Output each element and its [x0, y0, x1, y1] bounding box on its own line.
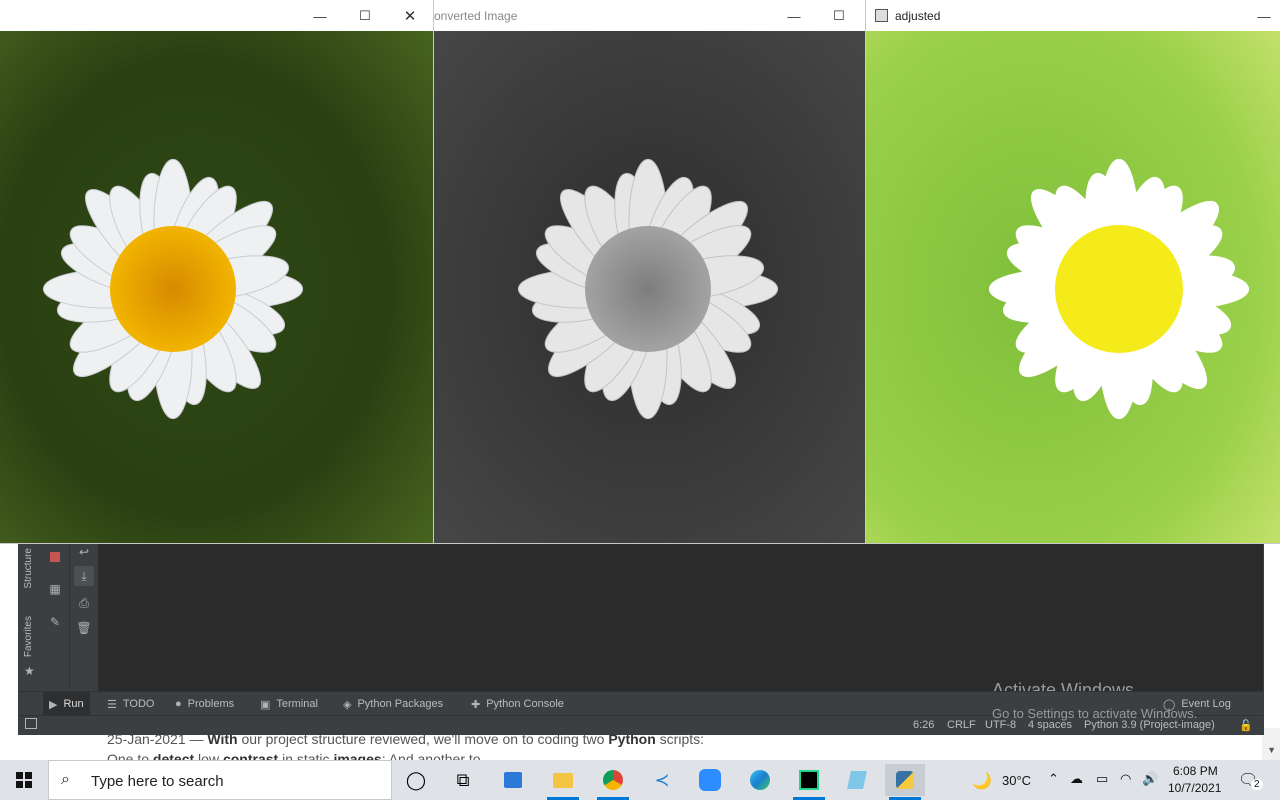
tab-problems[interactable]: ● Problems — [169, 692, 240, 716]
tab-python-console[interactable]: ✚ Python Console — [465, 692, 570, 716]
pin-icon[interactable]: ✎ — [47, 614, 63, 630]
chevron-up-icon[interactable]: ⌃ — [1048, 771, 1059, 787]
layers-icon: ◈ — [343, 698, 352, 711]
file-explorer-icon[interactable] — [543, 764, 583, 800]
pycharm-icon[interactable] — [789, 764, 829, 800]
wifi-icon[interactable]: ◠ — [1120, 771, 1131, 787]
search-icon: ⌕ — [61, 771, 70, 788]
chrome-icon[interactable] — [593, 764, 633, 800]
battery-icon[interactable]: ▭ — [1096, 771, 1108, 787]
tab-python-packages[interactable]: ◈ Python Packages — [337, 692, 449, 716]
favorites-tab[interactable]: Favorites — [23, 616, 34, 657]
zoom-icon[interactable] — [690, 764, 730, 796]
windows-start-icon[interactable] — [0, 760, 48, 800]
scroll-to-end-icon[interactable]: ⤓ — [74, 566, 94, 586]
original-image — [0, 31, 434, 543]
maximize-icon[interactable]: ☐ — [829, 6, 849, 26]
edge-icon[interactable] — [740, 764, 780, 796]
clock-time[interactable]: 6:08 PM — [1173, 764, 1218, 778]
app-icon — [875, 9, 888, 22]
python-icon: ✚ — [471, 698, 481, 711]
run-toolbar-right: ↩ ⤓ ⎙ 🗑 — [69, 544, 98, 691]
play-icon: ▶ — [49, 698, 58, 711]
tab-terminal[interactable]: ▣ Terminal — [254, 692, 324, 716]
layout-icon[interactable]: ▦ — [47, 581, 63, 597]
minimize-icon[interactable]: — — [310, 6, 330, 26]
volume-icon[interactable]: 🔊 — [1142, 771, 1158, 787]
weather-temp[interactable]: 30°C — [1002, 773, 1031, 788]
title-bar[interactable]: adjusted — — [866, 0, 1280, 31]
maximize-icon[interactable]: ☐ — [355, 6, 375, 26]
ide-run-panel: Structure Favorites ★ ▦ ✎ ↩ ⤓ ⎙ 🗑 Activa… — [18, 543, 1264, 735]
window-title: onverted Image — [434, 9, 518, 23]
minimize-icon[interactable]: — — [784, 6, 804, 26]
adjusted-image-window[interactable]: adjusted — — [866, 0, 1280, 543]
print-icon[interactable]: ⎙ — [76, 595, 92, 611]
minimize-icon[interactable]: — — [1254, 6, 1274, 26]
notes-icon[interactable] — [837, 764, 877, 796]
run-toolbar-left: ▦ ✎ — [41, 544, 69, 691]
vscode-icon[interactable]: ≺ — [642, 764, 682, 796]
soft-wrap-icon[interactable]: ↩ — [76, 544, 92, 560]
line-separator[interactable]: CRLF — [947, 719, 976, 731]
lock-icon[interactable]: 🔓 — [1239, 719, 1253, 732]
scroll-down-icon[interactable]: ▼ — [1267, 745, 1276, 755]
list-icon: ☰ — [107, 698, 117, 711]
taskbar: ⌕ ◯ ⧉ ≺ 🌙 30°C ⌃ ☁ ▭ ◠ 🔊 6:08 PM 10/7/20… — [0, 760, 1280, 800]
original-image-window[interactable]: — ☐ ✕ — [0, 0, 434, 543]
star-icon[interactable]: ★ — [24, 664, 35, 678]
adjusted-image — [866, 31, 1280, 543]
tab-todo[interactable]: ☰ TODO — [101, 692, 160, 716]
title-bar[interactable]: onverted Image — ☐ — [434, 0, 866, 31]
grayscale-image — [434, 31, 866, 543]
task-view-icon[interactable]: ⧉ — [443, 764, 483, 796]
window-toggle-icon[interactable] — [25, 718, 37, 729]
stop-icon[interactable] — [47, 549, 63, 565]
terminal-icon: ▣ — [260, 698, 271, 711]
ide-side-strip: Structure Favorites ★ — [19, 544, 42, 691]
activate-windows-subtitle: Go to Settings to activate Windows. — [992, 706, 1198, 721]
weather-icon[interactable]: 🌙 — [972, 771, 992, 791]
cloud-icon[interactable]: ☁ — [1070, 771, 1083, 787]
search-input[interactable] — [89, 772, 383, 791]
caret-position[interactable]: 6:26 — [913, 719, 934, 731]
background-scrollbar[interactable] — [1262, 728, 1280, 760]
converted-image-window[interactable]: onverted Image — ☐ — [434, 0, 866, 543]
window-title: adjusted — [895, 9, 941, 23]
close-icon[interactable]: ✕ — [400, 6, 420, 26]
trash-icon[interactable]: 🗑 — [76, 620, 92, 636]
store-icon[interactable] — [493, 764, 533, 796]
taskbar-search[interactable]: ⌕ — [48, 760, 392, 800]
title-bar[interactable]: — ☐ ✕ — [0, 0, 434, 31]
clock-date[interactable]: 10/7/2021 — [1168, 781, 1221, 795]
cortana-icon[interactable]: ◯ — [396, 764, 436, 796]
notification-count: 2 — [1251, 779, 1263, 790]
python-icon[interactable] — [885, 764, 925, 800]
info-icon: ● — [175, 698, 182, 710]
tab-run[interactable]: ▶ Run — [43, 692, 90, 716]
console-output[interactable] — [98, 544, 1263, 691]
structure-tab[interactable]: Structure — [23, 548, 34, 589]
